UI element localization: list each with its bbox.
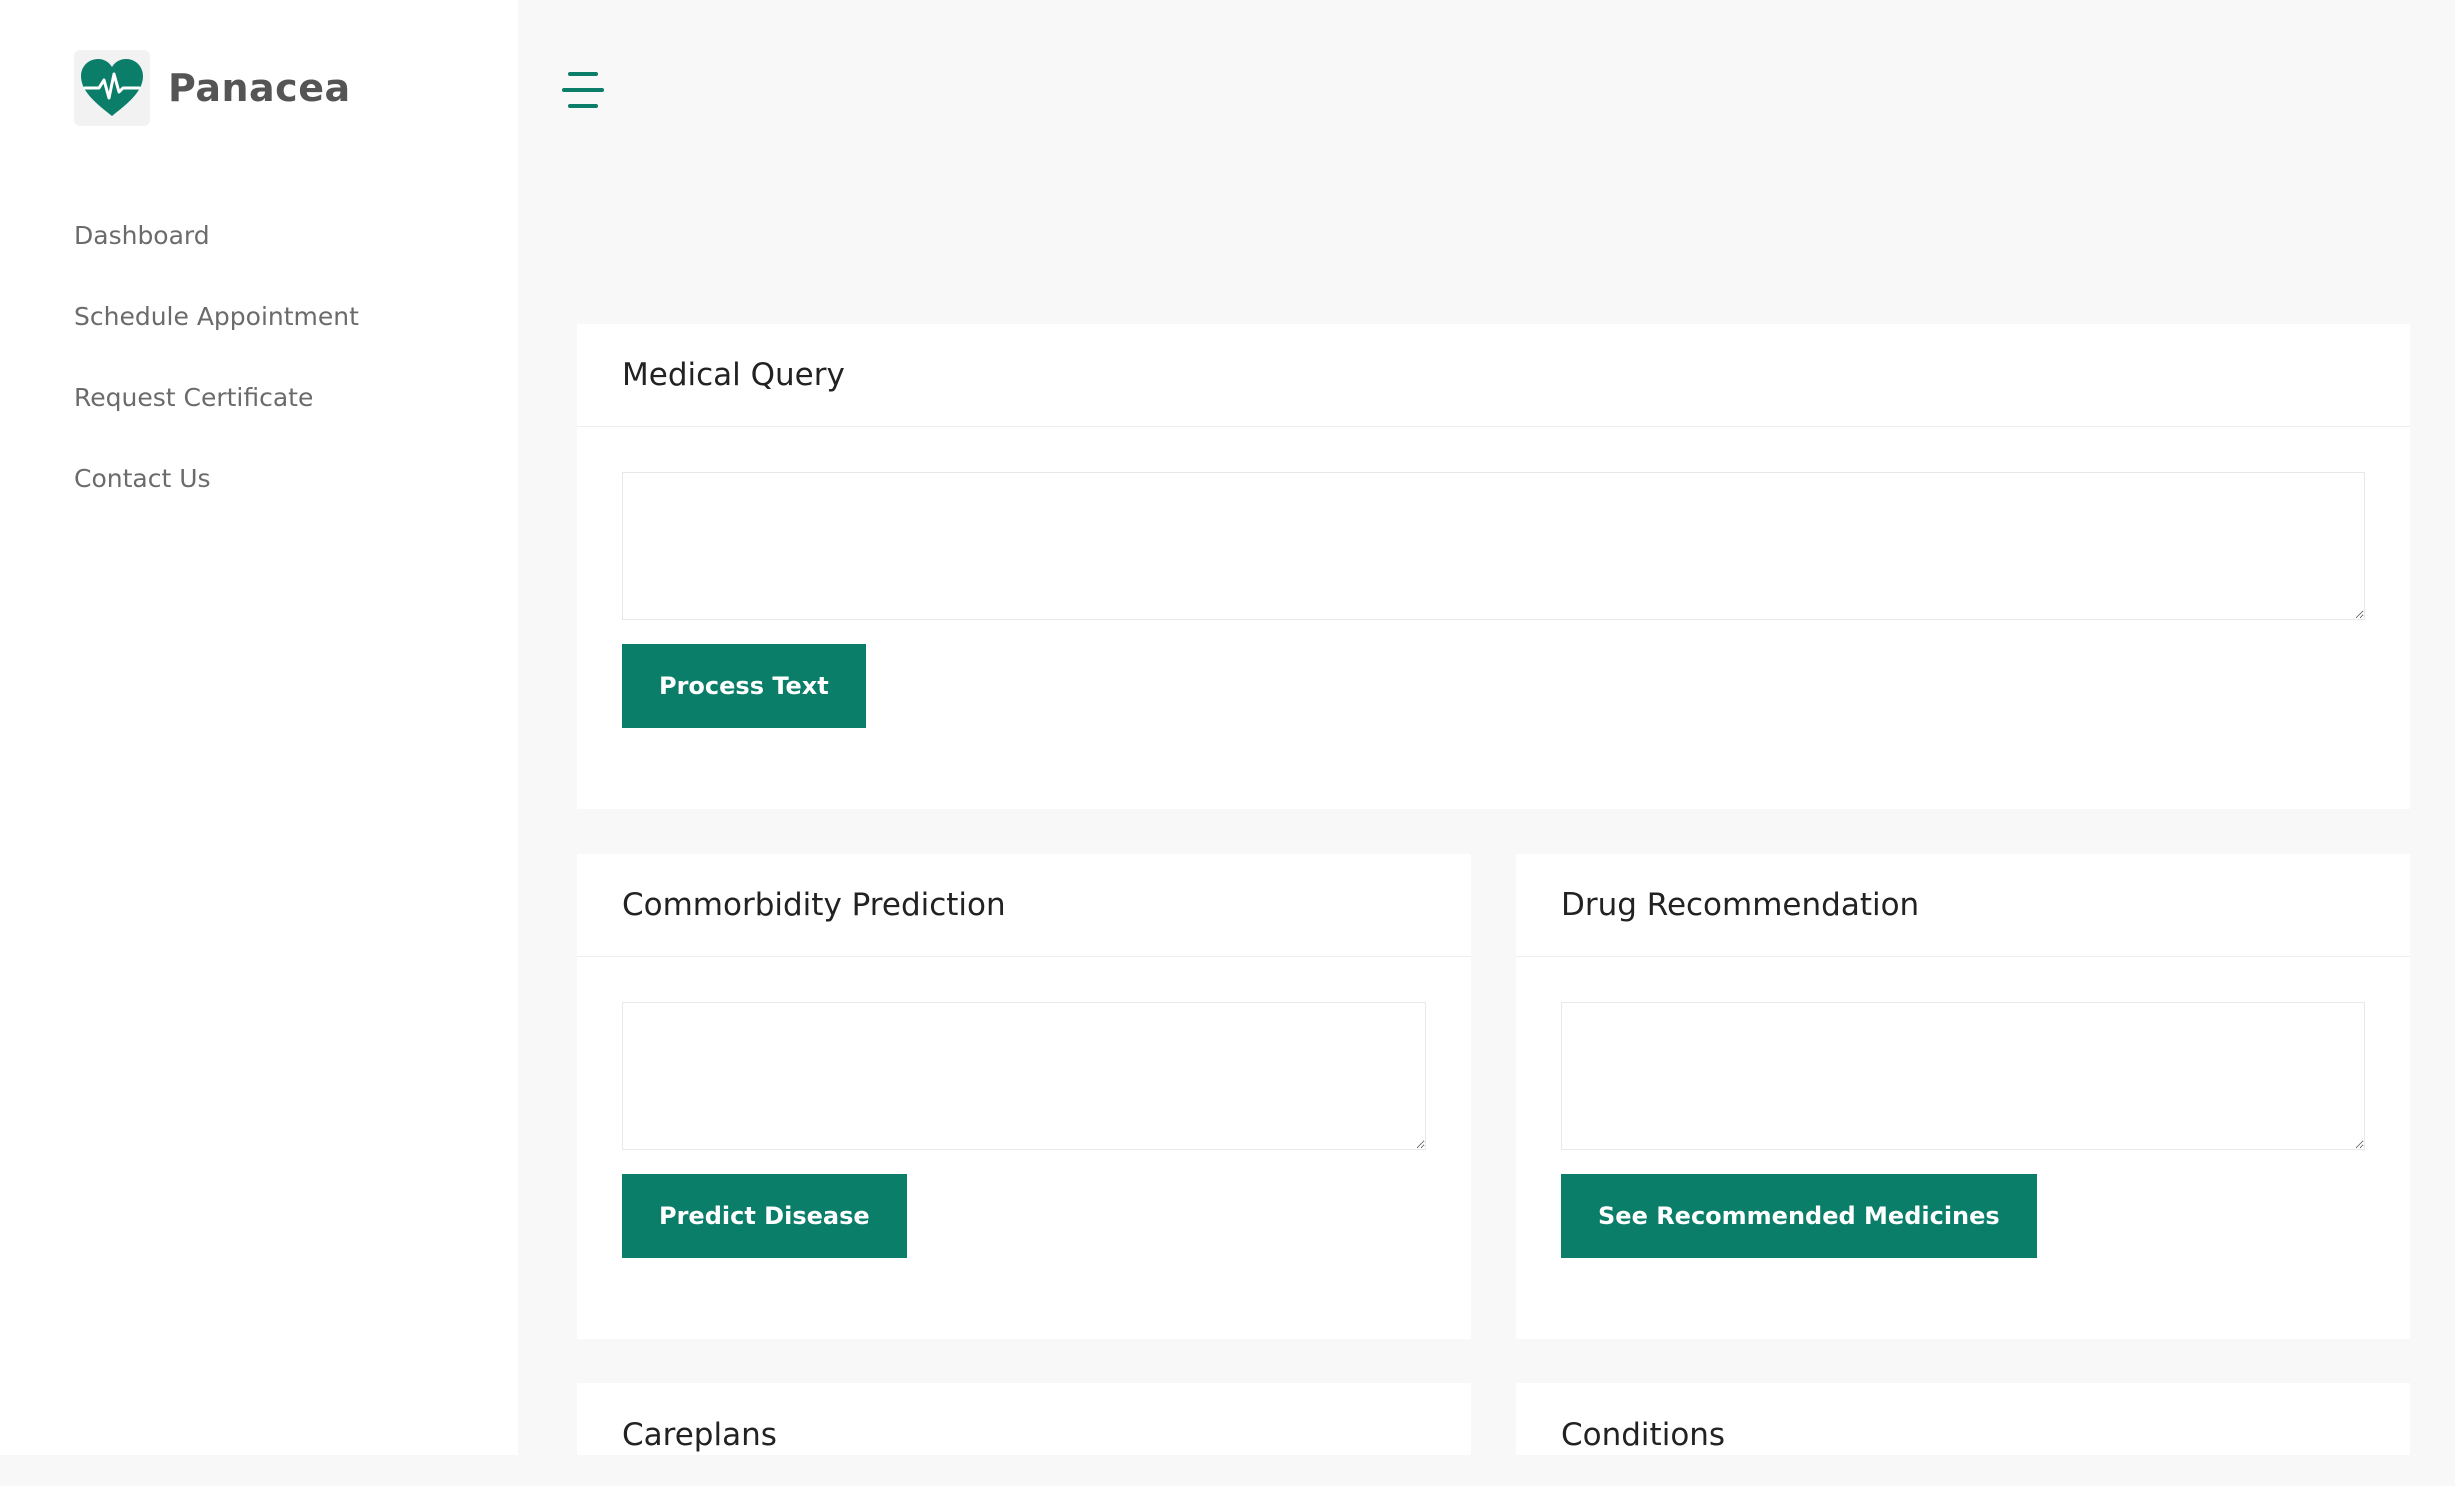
sidebar-item-request-certificate[interactable]: Request Certificate — [74, 376, 359, 457]
medical-query-card: Medical Query Process Text — [577, 324, 2410, 809]
brand-name: Panacea — [168, 66, 351, 110]
card-body: See Recommended Medicines — [1516, 957, 2410, 1258]
commorbidity-input[interactable] — [622, 1002, 1426, 1150]
drug-recommendation-card: Drug Recommendation See Recommended Medi… — [1516, 854, 2410, 1339]
card-header: Commorbidity Prediction — [577, 854, 1471, 957]
card-title: Conditions — [1561, 1416, 1726, 1453]
brand[interactable]: Panacea — [74, 50, 351, 126]
card-title: Careplans — [622, 1416, 777, 1453]
heart-pulse-icon — [74, 50, 150, 126]
careplans-card: Careplans — [577, 1383, 1471, 1455]
sidebar-item-schedule-appointment[interactable]: Schedule Appointment — [74, 295, 359, 376]
card-header: Careplans — [577, 1383, 1471, 1486]
drug-recommendation-input[interactable] — [1561, 1002, 2365, 1150]
sidebar-nav: Dashboard Schedule Appointment Request C… — [74, 214, 359, 538]
predict-disease-button[interactable]: Predict Disease — [622, 1174, 907, 1258]
card-header: Medical Query — [577, 324, 2410, 427]
commorbidity-prediction-card: Commorbidity Prediction Predict Disease — [577, 854, 1471, 1339]
card-header: Drug Recommendation — [1516, 854, 2410, 957]
sidebar-item-contact-us[interactable]: Contact Us — [74, 457, 359, 538]
card-title: Medical Query — [622, 357, 845, 393]
process-text-button[interactable]: Process Text — [622, 644, 866, 728]
medical-query-input[interactable] — [622, 472, 2365, 620]
conditions-card: Conditions — [1516, 1383, 2410, 1455]
card-title: Commorbidity Prediction — [622, 887, 1006, 923]
hamburger-menu-icon[interactable] — [562, 70, 604, 110]
card-header: Conditions — [1516, 1383, 2410, 1486]
card-title: Drug Recommendation — [1561, 887, 1920, 923]
card-body: Process Text — [577, 427, 2410, 728]
card-body: Predict Disease — [577, 957, 1471, 1258]
sidebar: Panacea Dashboard Schedule Appointment R… — [0, 0, 518, 1455]
sidebar-item-dashboard[interactable]: Dashboard — [74, 214, 359, 295]
see-recommended-medicines-button[interactable]: See Recommended Medicines — [1561, 1174, 2037, 1258]
